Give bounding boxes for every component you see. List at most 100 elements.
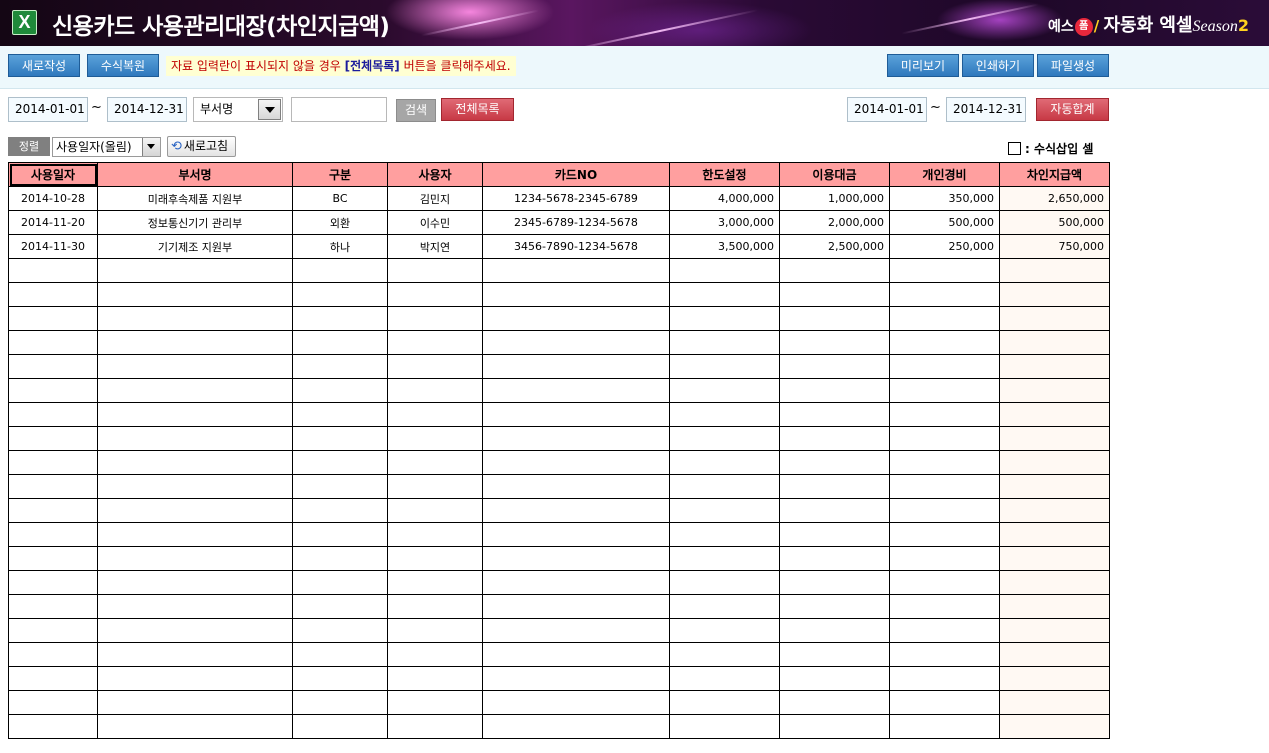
table-row[interactable] (8, 498, 1110, 523)
cell-personal[interactable]: 500,000 (889, 210, 1000, 235)
cell-personal[interactable]: 250,000 (889, 234, 1000, 259)
cell-usage[interactable] (779, 282, 890, 307)
col-header-dept[interactable]: 부서명 (97, 162, 293, 187)
cell-personal[interactable] (889, 570, 1000, 595)
cell-limit[interactable] (669, 426, 780, 451)
col-header-net-payment[interactable]: 차인지급액 (999, 162, 1110, 187)
table-row[interactable] (8, 426, 1110, 451)
cell-limit[interactable]: 3,500,000 (669, 234, 780, 259)
table-row[interactable] (8, 642, 1110, 667)
cell-card-no[interactable]: 3456-7890-1234-5678 (482, 234, 670, 259)
cell-user[interactable] (387, 522, 483, 547)
cell-date[interactable] (8, 306, 98, 331)
cell-type[interactable]: 외환 (292, 210, 388, 235)
date-to-field[interactable]: 2014-12-31 (107, 97, 187, 122)
cell-limit[interactable] (669, 618, 780, 643)
cell-dept[interactable] (97, 618, 293, 643)
table-row[interactable] (8, 714, 1110, 739)
cell-card-no[interactable] (482, 690, 670, 715)
cell-personal[interactable] (889, 282, 1000, 307)
table-row[interactable] (8, 258, 1110, 283)
table-row[interactable] (8, 450, 1110, 475)
cell-dept[interactable] (97, 546, 293, 571)
cell-card-no[interactable] (482, 282, 670, 307)
cell-usage[interactable] (779, 498, 890, 523)
table-row[interactable] (8, 618, 1110, 643)
col-header-limit[interactable]: 한도설정 (669, 162, 780, 187)
cell-card-no[interactable] (482, 594, 670, 619)
print-button[interactable]: 인쇄하기 (962, 54, 1034, 77)
cell-usage[interactable] (779, 306, 890, 331)
cell-dept[interactable] (97, 354, 293, 379)
cell-dept[interactable]: 정보통신기기 관리부 (97, 210, 293, 235)
cell-dept[interactable] (97, 426, 293, 451)
table-row[interactable] (8, 354, 1110, 379)
cell-date[interactable] (8, 282, 98, 307)
cell-usage[interactable] (779, 594, 890, 619)
search-button[interactable]: 검색 (396, 99, 436, 122)
cell-usage[interactable] (779, 426, 890, 451)
cell-limit[interactable] (669, 282, 780, 307)
cell-date[interactable]: 2014-11-20 (8, 210, 98, 235)
cell-limit[interactable] (669, 642, 780, 667)
cell-date[interactable] (8, 258, 98, 283)
cell-dept[interactable]: 미래후속제품 지원부 (97, 186, 293, 211)
table-row[interactable] (8, 666, 1110, 691)
cell-card-no[interactable] (482, 570, 670, 595)
col-header-card-no[interactable]: 카드NO (482, 162, 670, 187)
cell-usage[interactable] (779, 570, 890, 595)
table-row[interactable] (8, 402, 1110, 427)
cell-type[interactable] (292, 642, 388, 667)
chevron-down-icon[interactable] (258, 99, 281, 120)
cell-user[interactable] (387, 378, 483, 403)
cell-type[interactable] (292, 522, 388, 547)
col-header-personal[interactable]: 개인경비 (889, 162, 1000, 187)
cell-card-no[interactable] (482, 426, 670, 451)
cell-card-no[interactable] (482, 546, 670, 571)
cell-card-no[interactable] (482, 714, 670, 739)
cell-date[interactable] (8, 450, 98, 475)
cell-limit[interactable] (669, 378, 780, 403)
cell-date[interactable] (8, 354, 98, 379)
cell-user[interactable] (387, 306, 483, 331)
table-row[interactable]: 2014-10-28 미래후속제품 지원부 BC 김민지 1234-5678-2… (8, 186, 1110, 211)
cell-usage[interactable] (779, 690, 890, 715)
cell-card-no[interactable] (482, 474, 670, 499)
cell-dept[interactable] (97, 306, 293, 331)
cell-user[interactable] (387, 402, 483, 427)
cell-type[interactable] (292, 570, 388, 595)
cell-card-no[interactable] (482, 402, 670, 427)
cell-usage[interactable] (779, 642, 890, 667)
cell-type[interactable] (292, 474, 388, 499)
cell-dept[interactable] (97, 570, 293, 595)
cell-card-no[interactable] (482, 498, 670, 523)
cell-date[interactable] (8, 378, 98, 403)
table-row[interactable]: 2014-11-20 정보통신기기 관리부 외환 이수민 2345-6789-1… (8, 210, 1110, 235)
cell-limit[interactable] (669, 258, 780, 283)
cell-date[interactable] (8, 690, 98, 715)
cell-dept[interactable]: 기기제조 지원부 (97, 234, 293, 259)
cell-dept[interactable] (97, 402, 293, 427)
cell-user[interactable] (387, 354, 483, 379)
cell-usage[interactable] (779, 618, 890, 643)
cell-date[interactable] (8, 666, 98, 691)
cell-type[interactable] (292, 282, 388, 307)
cell-type[interactable] (292, 594, 388, 619)
cell-card-no[interactable] (482, 618, 670, 643)
cell-personal[interactable] (889, 642, 1000, 667)
cell-personal[interactable] (889, 666, 1000, 691)
cell-card-no[interactable] (482, 666, 670, 691)
table-row[interactable] (8, 474, 1110, 499)
cell-usage[interactable] (779, 546, 890, 571)
cell-type[interactable]: BC (292, 186, 388, 211)
cell-dept[interactable] (97, 258, 293, 283)
cell-limit[interactable]: 3,000,000 (669, 210, 780, 235)
cell-personal[interactable] (889, 714, 1000, 739)
cell-personal[interactable] (889, 426, 1000, 451)
cell-personal[interactable] (889, 498, 1000, 523)
cell-usage[interactable] (779, 330, 890, 355)
cell-card-no[interactable] (482, 450, 670, 475)
cell-limit[interactable] (669, 498, 780, 523)
cell-usage[interactable] (779, 522, 890, 547)
cell-limit[interactable] (669, 354, 780, 379)
